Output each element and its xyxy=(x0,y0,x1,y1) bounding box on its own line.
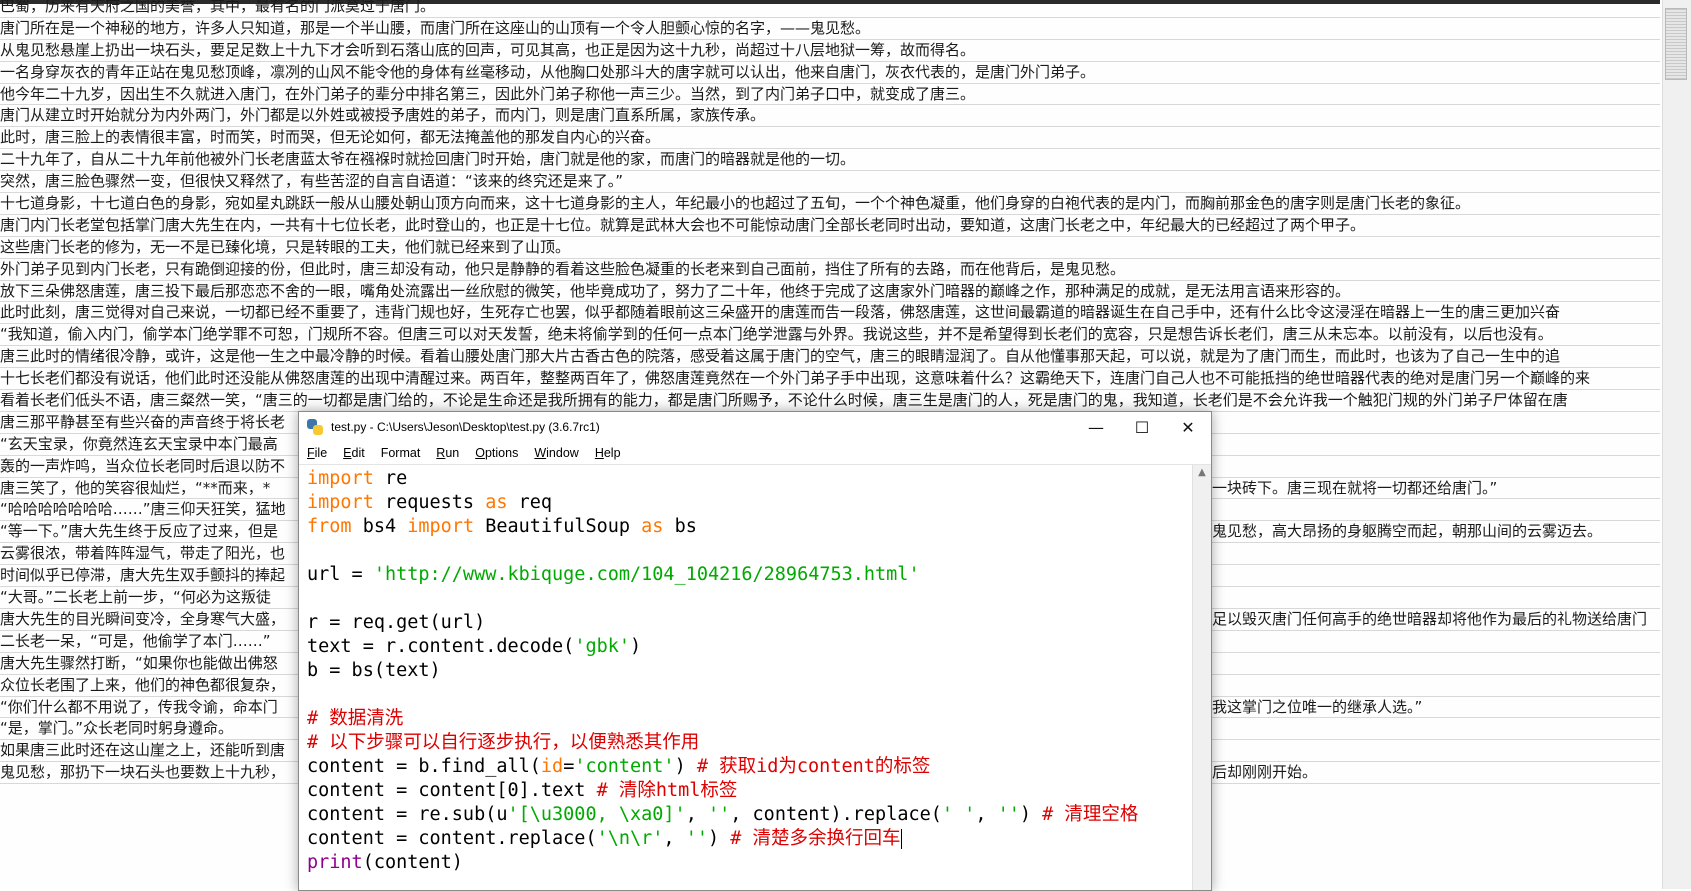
background-text-line: 唐门从建立时开始就分为内外两门，外门都是以外姓或被授予唐姓的弟子，而内门，则是唐… xyxy=(0,105,1660,128)
menu-options[interactable]: Options xyxy=(475,446,518,460)
background-text-line: 此时，唐三脸上的表情很丰富，时而笑，时而哭，但无论如何，都无法掩盖他的那发自内心… xyxy=(0,127,1660,150)
python-icon xyxy=(307,419,323,435)
code-line: content = b.find_all(id='content') # 获取i… xyxy=(307,756,931,777)
background-text-line: 十七长老们都没有说话，他们此时还没能从佛怒唐莲的出现中清醒过来。两百年，整整两百… xyxy=(0,368,1660,391)
background-text-line: 他今年二十九岁，因出生不久就进入唐门，在外门弟子的辈分中排名第三，因此外门弟子称… xyxy=(0,84,1660,106)
code-line: # 数据清洗 xyxy=(307,708,404,729)
background-scrollbar-thumb[interactable] xyxy=(1665,8,1687,80)
code-line: import re xyxy=(307,468,408,489)
code-line: b = bs(text) xyxy=(307,660,441,681)
minimize-button[interactable]: — xyxy=(1073,412,1119,442)
code-line: # 以下步骤可以自行逐步执行，以便熟悉其作用 xyxy=(307,732,700,753)
code-line: content = content[0].text # 清除html标签 xyxy=(307,780,738,801)
background-text-line: 这些唐门长老的修为，无一不是已臻化境，只是转眼的工夫，他们就已经来到了山顶。 xyxy=(0,237,1660,259)
code-editor[interactable]: import re import requests as req from bs… xyxy=(299,465,1193,890)
background-text-line: 外门弟子见到内门长老，只有跪倒迎接的份，但此时，唐三却没有动，他只是静静的看着这… xyxy=(0,259,1660,281)
code-line: content = content.replace('\n\r', '') # … xyxy=(307,828,902,849)
background-text-line: 唐三此时的情绪很冷静，或许，这是他一生之中最冷静的时候。看着山腰处唐门那大片古香… xyxy=(0,346,1660,369)
maximize-button[interactable]: ☐ xyxy=(1119,412,1165,442)
window-title: test.py - C:\Users\Jeson\Desktop\test.py… xyxy=(331,420,600,434)
background-text-line: 从鬼见愁悬崖上扔出一块石头，要足足数上十九下才会听到石落山底的回声，可见其高，也… xyxy=(0,40,1660,62)
background-text-fragment: 一块砖下。唐三现在就将一切都还给唐门。” xyxy=(1212,478,1498,497)
background-text-line: 一名身穿灰衣的青年正站在鬼见愁顶峰，凛冽的山风不能令他的身体有丝毫移动，从他胸口… xyxy=(0,62,1660,84)
code-line: url = 'http://www.kbiquge.com/104_104216… xyxy=(307,564,920,585)
menu-format[interactable]: Format xyxy=(381,446,421,460)
code-line: text = r.content.decode('gbk') xyxy=(307,636,642,657)
background-text-fragment: 我这掌门之位唯一的继承人选。” xyxy=(1212,697,1423,716)
code-line: content = re.sub(u'[\u3000, \xa0]', '', … xyxy=(307,804,1139,825)
menu-help[interactable]: Help xyxy=(595,446,621,460)
background-text-fragment: 鬼见愁，高大昂扬的身躯腾空而起，朝那山间的云雾迈去。 xyxy=(1212,522,1603,541)
menu-file[interactable]: File xyxy=(307,446,327,460)
code-line: from bs4 import BeautifulSoup as bs xyxy=(307,516,697,537)
code-line: import requests as req xyxy=(307,492,553,513)
background-text-line: 唐门所在是一个神秘的地方，许多人只知道，那是一个半山腰，而唐门所在这座山的山顶有… xyxy=(0,18,1660,40)
background-text-fragment: 后却刚刚开始。 xyxy=(1212,763,1318,782)
code-line: print(content) xyxy=(307,852,463,873)
menu-run[interactable]: Run xyxy=(436,446,459,460)
menu-window[interactable]: Window xyxy=(534,446,578,460)
menu-bar: File Edit Format Run Options Window Help xyxy=(299,442,1211,465)
background-text-line: “我知道，偷入内门，偷学本门绝学罪不可恕，门规所不容。但唐三可以对天发誓，绝未将… xyxy=(0,324,1660,347)
background-text-line: 十七道身影，十七道白色的身影，宛如星丸跳跃一般从山腰处朝山顶方向而来，这十七道身… xyxy=(0,193,1660,215)
close-button[interactable]: ✕ xyxy=(1165,412,1211,442)
code-line: r = req.get(url) xyxy=(307,612,486,633)
background-text-line: 看着长老们低头不语，唐三粲然一笑，“唐三的一切都是唐门给的，不论是生命还是我所拥… xyxy=(0,390,1660,412)
editor-scrollbar[interactable]: ▲ xyxy=(1192,465,1211,890)
background-text-line: 二十九年了，自从二十九年前他被外门长老唐蓝太爷在襁褓时就捡回唐门时开始，唐门就是… xyxy=(0,149,1660,172)
background-text-line: 此时此刻，唐三觉得对自己来说，一切都已经不重要了，违背门规也好，生死存亡也罢，似… xyxy=(0,302,1660,325)
scroll-up-arrow-icon[interactable]: ▲ xyxy=(1193,467,1211,481)
window-titlebar[interactable]: test.py - C:\Users\Jeson\Desktop\test.py… xyxy=(299,412,1211,442)
background-text-line: 放下三朵佛怒唐莲，唐三投下最后那恋恋不舍的一眼，嘴角处流露出一丝欣慰的微笑，他毕… xyxy=(0,281,1660,303)
background-text-line: 巴蜀，历来有天府之国的美誉，其中，最有名的门派莫过于唐门。 xyxy=(0,0,1660,18)
background-text-fragment: 足以毁灭唐门任何高手的绝世暗器却将他作为最后的礼物送给唐门 xyxy=(1212,609,1648,628)
background-text-line: 唐门内门长老堂包括掌门唐大先生在内，一共有十七位长老，此时登山的，也正是十七位。… xyxy=(0,215,1660,237)
idle-editor-window[interactable]: test.py - C:\Users\Jeson\Desktop\test.py… xyxy=(298,411,1212,891)
menu-edit[interactable]: Edit xyxy=(343,446,365,460)
background-scrollbar[interactable] xyxy=(1662,0,1691,889)
text-cursor xyxy=(900,829,902,849)
background-text-line: 突然，唐三脸色骤然一变，但很快又释然了，有些苦涩的自言自语道：“该来的终究还是来… xyxy=(0,171,1660,194)
